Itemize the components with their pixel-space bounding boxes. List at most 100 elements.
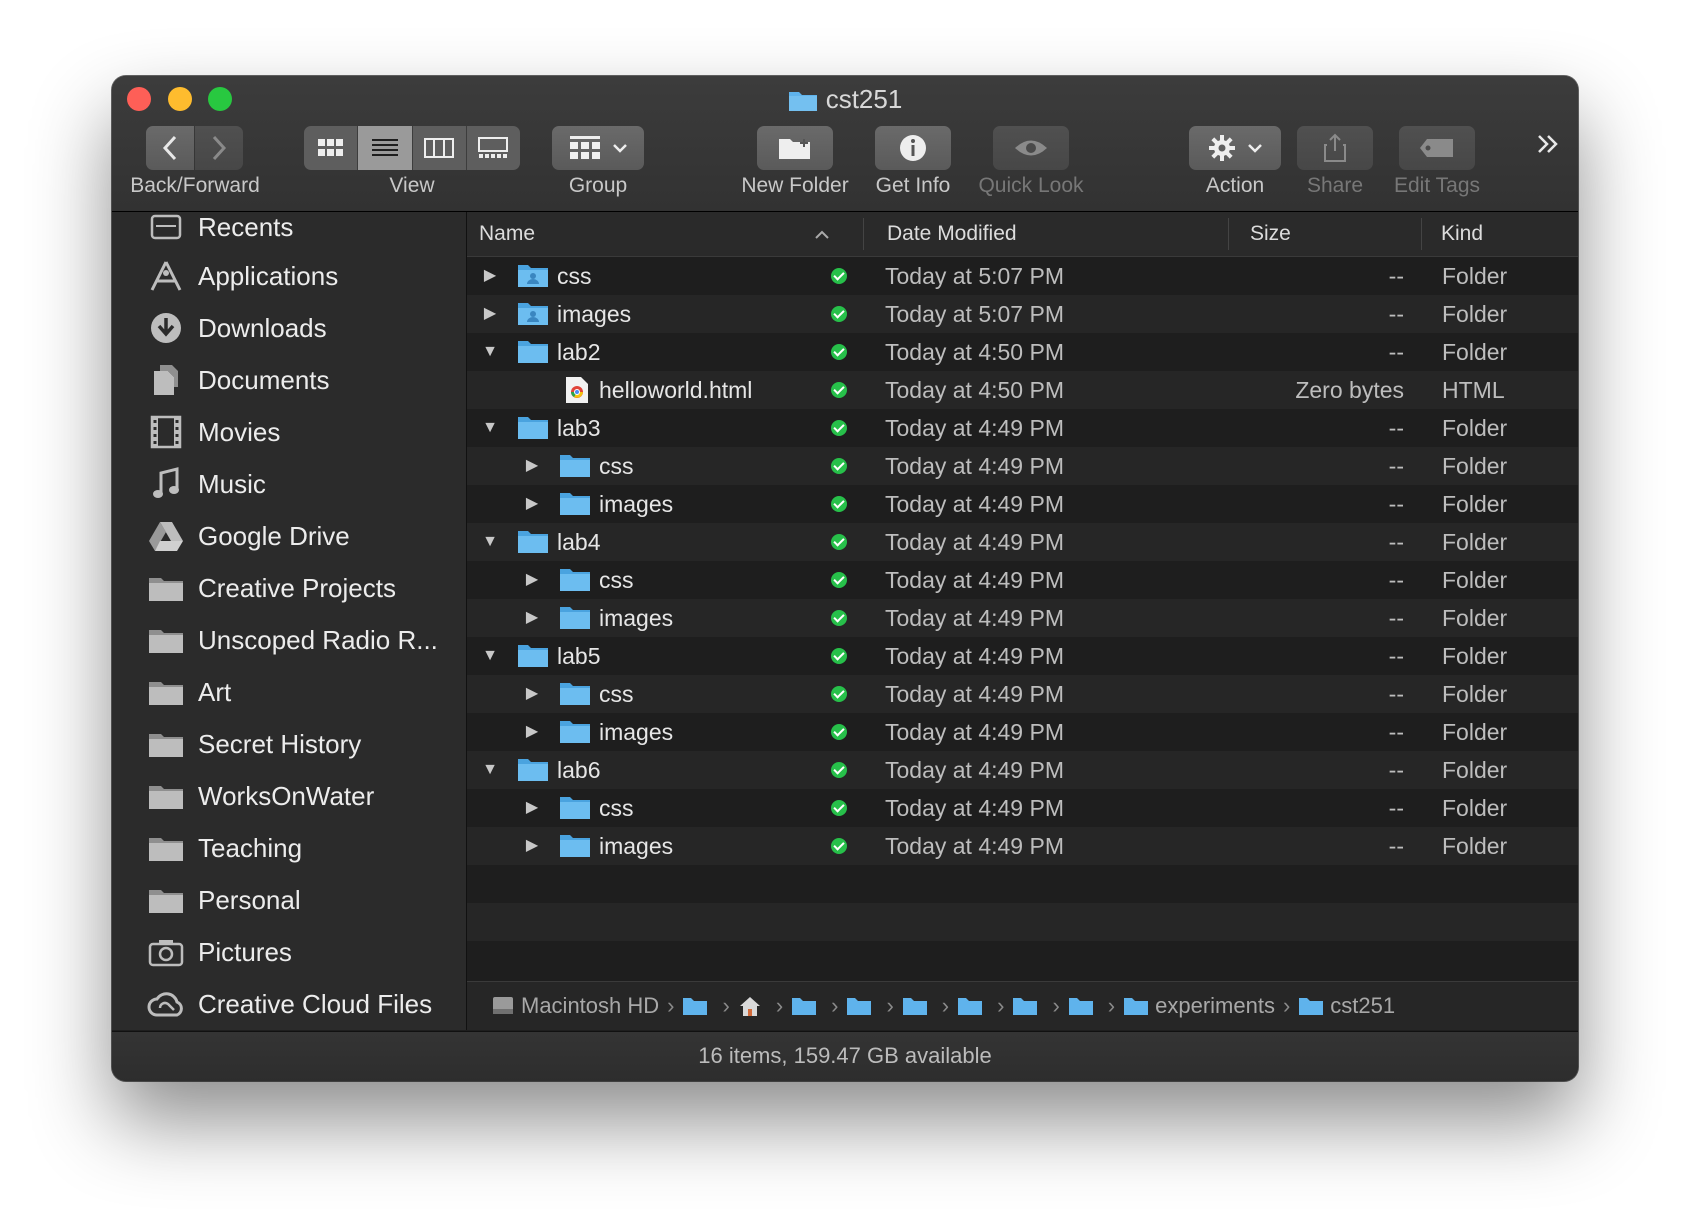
- disclosure-collapsed-icon[interactable]: ▶: [523, 571, 541, 589]
- forward-button[interactable]: [195, 126, 243, 170]
- get-info-button[interactable]: [875, 126, 951, 170]
- sync-check-icon: [831, 724, 847, 740]
- disclosure-collapsed-icon[interactable]: ▶: [523, 609, 541, 627]
- sidebar-item-applications[interactable]: Applications: [112, 253, 466, 299]
- sync-check-icon: [831, 344, 847, 360]
- toolbar-overflow-button[interactable]: [1536, 134, 1560, 159]
- disclosure-expanded-icon[interactable]: ▼: [481, 761, 499, 779]
- file-size: --: [1388, 301, 1404, 327]
- sidebar-item-downloads[interactable]: Downloads: [112, 305, 466, 351]
- list-item[interactable]: ▶ css Today at 4:49 PM -- Folder: [467, 561, 1578, 599]
- view-segmented-control[interactable]: [304, 126, 520, 170]
- disclosure-expanded-icon[interactable]: ▼: [481, 647, 499, 665]
- list-item[interactable]: ▶ images Today at 4:49 PM -- Folder: [467, 485, 1578, 523]
- folder-icon: [517, 300, 549, 332]
- icon-view-button[interactable]: [304, 126, 359, 170]
- path-item-folder[interactable]: [957, 996, 989, 1016]
- list-item[interactable]: helloworld.html Today at 4:50 PM Zero by…: [467, 371, 1578, 409]
- list-item[interactable]: ▶ images Today at 4:49 PM -- Folder: [467, 713, 1578, 751]
- column-view-button[interactable]: [413, 126, 467, 170]
- creative-cloud-icon: [146, 986, 186, 1022]
- disclosure-collapsed-icon[interactable]: ▶: [523, 799, 541, 817]
- file-kind: Folder: [1442, 301, 1508, 327]
- action-button[interactable]: [1189, 126, 1281, 170]
- name-column-header[interactable]: Name: [479, 212, 535, 256]
- path-item-folder[interactable]: [902, 996, 934, 1016]
- list-item[interactable]: ▶ images Today at 4:49 PM -- Folder: [467, 599, 1578, 637]
- path-item-home[interactable]: [738, 995, 768, 1017]
- pictures-icon: [146, 934, 186, 970]
- disclosure-collapsed-icon[interactable]: ▶: [481, 305, 499, 323]
- path-item-folder[interactable]: [846, 996, 878, 1016]
- sidebar-item-recents[interactable]: Recents: [112, 212, 466, 250]
- sidebar-item-art[interactable]: Art: [112, 669, 466, 715]
- edit-tags-button[interactable]: [1399, 126, 1475, 170]
- date-modified: Today at 4:49 PM: [885, 415, 1064, 441]
- sidebar-item-google-drive[interactable]: Google Drive: [112, 513, 466, 559]
- disclosure-collapsed-icon[interactable]: ▶: [481, 267, 499, 285]
- path-item-cst251[interactable]: cst251: [1298, 993, 1395, 1019]
- sidebar-item-creative-projects[interactable]: Creative Projects: [112, 565, 466, 611]
- back-button[interactable]: [146, 126, 194, 170]
- list-view-button[interactable]: [358, 126, 413, 170]
- quick-look-button[interactable]: [993, 126, 1069, 170]
- path-item-folder[interactable]: [1012, 996, 1044, 1016]
- sidebar-item-label: Creative Projects: [198, 572, 396, 603]
- sidebar-item-unscoped-radio[interactable]: Unscoped Radio R...: [112, 617, 466, 663]
- path-item-folder[interactable]: [791, 996, 823, 1016]
- sidebar-item-worksonwater[interactable]: WorksOnWater: [112, 773, 466, 819]
- folder-icon: [146, 674, 186, 710]
- disclosure-collapsed-icon[interactable]: ▶: [523, 723, 541, 741]
- list-item[interactable]: ▶ css Today at 4:49 PM -- Folder: [467, 789, 1578, 827]
- file-name: lab2: [557, 339, 601, 365]
- file-kind: Folder: [1442, 795, 1508, 821]
- list-item[interactable]: ▼ lab3 Today at 4:49 PM -- Folder: [467, 409, 1578, 447]
- gallery-view-button[interactable]: [467, 126, 520, 170]
- list-item[interactable]: ▶ css Today at 5:07 PM -- Folder: [467, 257, 1578, 295]
- path-item-folder[interactable]: [682, 996, 714, 1016]
- list-item[interactable]: ▼ lab6 Today at 4:49 PM -- Folder: [467, 751, 1578, 789]
- sidebar-item-label: Teaching: [198, 832, 303, 863]
- path-item-folder[interactable]: [1068, 996, 1100, 1016]
- new-folder-button[interactable]: [757, 126, 833, 170]
- list-item[interactable]: ▶ css Today at 4:49 PM -- Folder: [467, 675, 1578, 713]
- share-button[interactable]: [1297, 126, 1373, 170]
- disclosure-expanded-icon[interactable]: ▼: [481, 419, 499, 437]
- sync-check-icon: [831, 382, 847, 398]
- sidebar-item-secret-history[interactable]: Secret History: [112, 721, 466, 767]
- list-item[interactable]: ▼ lab5 Today at 4:49 PM -- Folder: [467, 637, 1578, 675]
- sidebar-item-documents[interactable]: Documents: [112, 357, 466, 403]
- disclosure-expanded-icon[interactable]: ▼: [481, 533, 499, 551]
- list-item[interactable]: ▼ lab4 Today at 4:49 PM -- Folder: [467, 523, 1578, 561]
- list-item[interactable]: ▼ lab2 Today at 4:50 PM -- Folder: [467, 333, 1578, 371]
- sidebar-item-music[interactable]: Music: [112, 461, 466, 507]
- file-size: --: [1388, 491, 1404, 517]
- sidebar-item-creative-cloud[interactable]: Creative Cloud Files: [112, 981, 466, 1027]
- html-file-icon: [565, 376, 589, 410]
- date-column-header[interactable]: Date Modified: [887, 212, 1017, 256]
- group-button[interactable]: [552, 126, 644, 170]
- documents-icon: [146, 362, 186, 398]
- sidebar-item-teaching[interactable]: Teaching: [112, 825, 466, 871]
- date-modified: Today at 5:07 PM: [885, 301, 1064, 327]
- sidebar-item-pictures[interactable]: Pictures: [112, 929, 466, 975]
- file-size: --: [1388, 605, 1404, 631]
- disclosure-collapsed-icon[interactable]: ▶: [523, 457, 541, 475]
- disclosure-collapsed-icon[interactable]: ▶: [523, 685, 541, 703]
- sync-check-icon: [831, 268, 847, 284]
- sidebar-item-personal[interactable]: Personal: [112, 877, 466, 923]
- kind-column-header[interactable]: Kind: [1441, 212, 1483, 256]
- path-item-experiments[interactable]: experiments: [1123, 993, 1275, 1019]
- size-column-header[interactable]: Size: [1250, 212, 1291, 256]
- list-item[interactable]: ▶ images Today at 4:49 PM -- Folder: [467, 827, 1578, 865]
- sidebar-item-movies[interactable]: Movies: [112, 409, 466, 455]
- disclosure-expanded-icon[interactable]: ▼: [481, 343, 499, 361]
- list-item[interactable]: ▶ css Today at 4:49 PM -- Folder: [467, 447, 1578, 485]
- disclosure-collapsed-icon[interactable]: ▶: [523, 495, 541, 513]
- disclosure-collapsed-icon[interactable]: ▶: [523, 837, 541, 855]
- action-label: Action: [1205, 174, 1265, 197]
- file-size: --: [1388, 643, 1404, 669]
- list-item[interactable]: ▶ images Today at 5:07 PM -- Folder: [467, 295, 1578, 333]
- file-name: helloworld.html: [599, 377, 753, 403]
- path-item-macintosh-hd[interactable]: Macintosh HD: [491, 993, 659, 1019]
